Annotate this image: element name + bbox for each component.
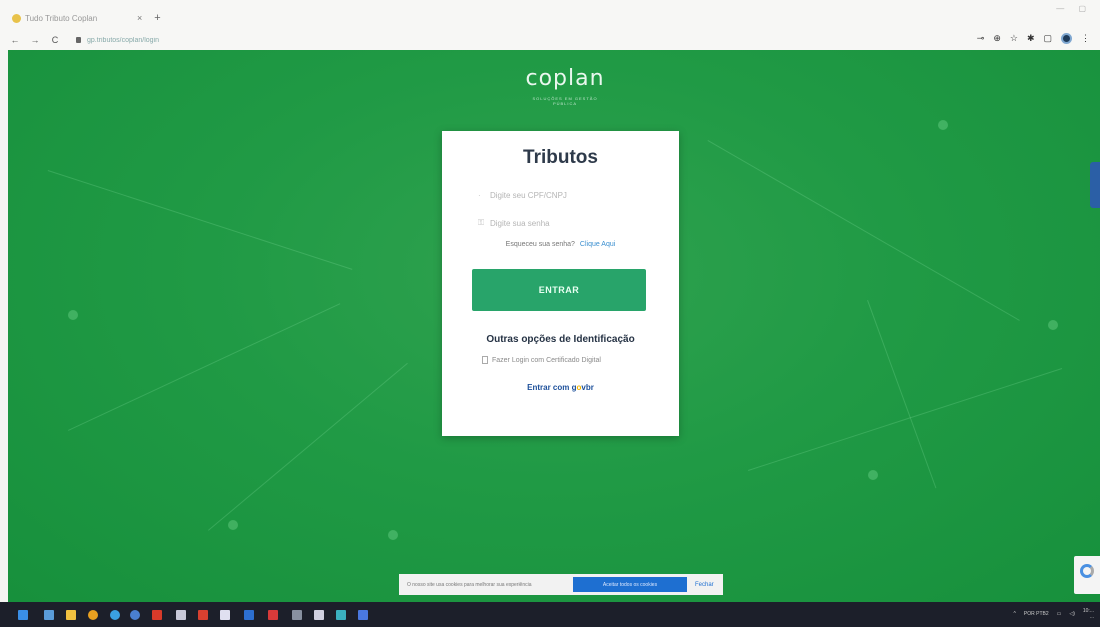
coplan-logo: coplan	[525, 66, 605, 91]
login-page: coplan SOLUÇÕES EM GESTÃO PÚBLICA Tribut…	[8, 50, 1100, 602]
cpf-cnpj-input[interactable]	[490, 190, 640, 200]
edge-icon[interactable]	[110, 610, 120, 620]
search-icon[interactable]	[44, 610, 54, 620]
logo-subtitle: SOLUÇÕES EM GESTÃO PÚBLICA	[532, 96, 598, 106]
cookie-banner: O nosso site usa cookies para melhorar s…	[399, 574, 723, 595]
govbr-prefix: Entrar com	[527, 383, 570, 392]
tray-chevron-icon[interactable]: ^	[1014, 611, 1016, 617]
forgot-text: Esqueceu sua senha?	[505, 241, 575, 248]
start-icon[interactable]	[18, 610, 28, 620]
tab-close-icon[interactable]: ×	[137, 13, 142, 23]
govbr-login-link[interactable]: Entrar com govbr	[442, 383, 679, 392]
entrar-button[interactable]: ENTRAR	[472, 269, 646, 311]
app-icon[interactable]	[336, 610, 346, 620]
forward-icon[interactable]: →	[30, 35, 40, 45]
close-cookie-button[interactable]: Fechar	[695, 582, 714, 588]
user-icon: ·	[478, 190, 481, 200]
folder-icon[interactable]	[66, 610, 76, 620]
decor-dot	[68, 310, 78, 320]
toolbar-icons: ⊸ ⊕ ☆ ✱ ▢ ⋮	[977, 33, 1090, 44]
decor-dot	[868, 470, 878, 480]
sidebar-icon[interactable]: ▢	[1043, 33, 1052, 44]
decor-line	[208, 362, 408, 531]
password-field[interactable]: ⚿	[478, 215, 648, 231]
window-controls[interactable]: — ▢	[1056, 4, 1092, 13]
card-title: Tributos	[523, 147, 598, 168]
key-icon[interactable]: ⊸	[977, 33, 985, 44]
clock[interactable]: 10:......	[1083, 608, 1094, 620]
browser-tab[interactable]: Tudo Tributo Coplan × +	[12, 10, 161, 26]
app-icon[interactable]	[314, 610, 324, 620]
app-icon[interactable]	[292, 610, 302, 620]
decor-dot	[228, 520, 238, 530]
decor-line	[707, 140, 1020, 321]
word-icon[interactable]	[244, 610, 254, 620]
chrome-icon[interactable]	[88, 610, 98, 620]
url-field[interactable]: gp.tributos/coplan/login	[87, 37, 267, 44]
reload-icon[interactable]: C	[50, 35, 60, 45]
menu-icon[interactable]: ⋮	[1081, 33, 1090, 44]
new-tab-icon[interactable]: +	[154, 12, 160, 24]
accessibility-widget[interactable]	[1090, 162, 1100, 208]
app-icon[interactable]	[220, 610, 230, 620]
address-bar: ← → C gp.tributos/coplan/login ⊸ ⊕ ☆ ✱ ▢…	[0, 30, 1100, 50]
app-icon[interactable]	[130, 610, 140, 620]
language-indicator[interactable]: POR PTB2	[1024, 611, 1049, 617]
wps-icon[interactable]	[268, 610, 278, 620]
accept-cookies-button[interactable]: Aceitar todos os cookies	[573, 577, 687, 592]
forgot-password-link[interactable]: Clique Aqui	[580, 241, 615, 248]
recaptcha-badge[interactable]	[1074, 556, 1100, 594]
lock-icon	[76, 37, 81, 43]
extension-icon[interactable]: ✱	[1027, 33, 1035, 44]
volume-icon[interactable]: ◁)	[1069, 611, 1075, 617]
decor-line	[68, 303, 341, 431]
office-icon[interactable]	[152, 610, 162, 620]
forgot-password: Esqueceu sua senha? Clique Aqui	[442, 241, 679, 248]
password-input[interactable]	[490, 218, 640, 228]
app-icon[interactable]	[176, 610, 186, 620]
system-tray: ^ POR PTB2 ▭ ◁) 10:......	[1014, 608, 1094, 620]
filezilla-icon[interactable]	[198, 610, 208, 620]
decor-line	[748, 368, 1063, 471]
certificate-login[interactable]: Fazer Login com Certificado Digital	[482, 356, 652, 364]
login-card: Tributos · ⚿ Esqueceu sua senha? Clique …	[442, 131, 679, 436]
decor-dot	[1048, 320, 1058, 330]
certificate-label[interactable]: Fazer Login com Certificado Digital	[492, 357, 601, 364]
tab-title: Tudo Tributo Coplan	[25, 13, 98, 23]
back-icon[interactable]: ←	[10, 35, 20, 45]
browser-tab-bar: Tudo Tributo Coplan × + — ▢	[0, 0, 1100, 30]
recaptcha-icon	[1080, 564, 1094, 578]
decor-dot	[388, 530, 398, 540]
decor-dot	[938, 120, 948, 130]
lock-icon: ⚿	[478, 218, 485, 227]
zoom-icon[interactable]: ⊕	[993, 33, 1001, 44]
network-icon[interactable]: ▭	[1057, 611, 1062, 617]
favicon-icon	[12, 13, 21, 23]
decor-line	[867, 300, 937, 489]
app-icon[interactable]	[358, 610, 368, 620]
profile-icon[interactable]	[1061, 33, 1072, 44]
certificate-icon	[482, 356, 488, 364]
cookie-text: O nosso site usa cookies para melhorar s…	[407, 581, 532, 588]
star-icon[interactable]: ☆	[1010, 33, 1018, 44]
taskbar: ^ POR PTB2 ▭ ◁) 10:......	[0, 602, 1100, 627]
cpf-cnpj-field[interactable]: ·	[478, 187, 648, 203]
govbr-logo: govbr	[571, 383, 594, 392]
other-options-title: Outras opções de Identificação	[486, 334, 635, 345]
decor-line	[47, 170, 353, 270]
